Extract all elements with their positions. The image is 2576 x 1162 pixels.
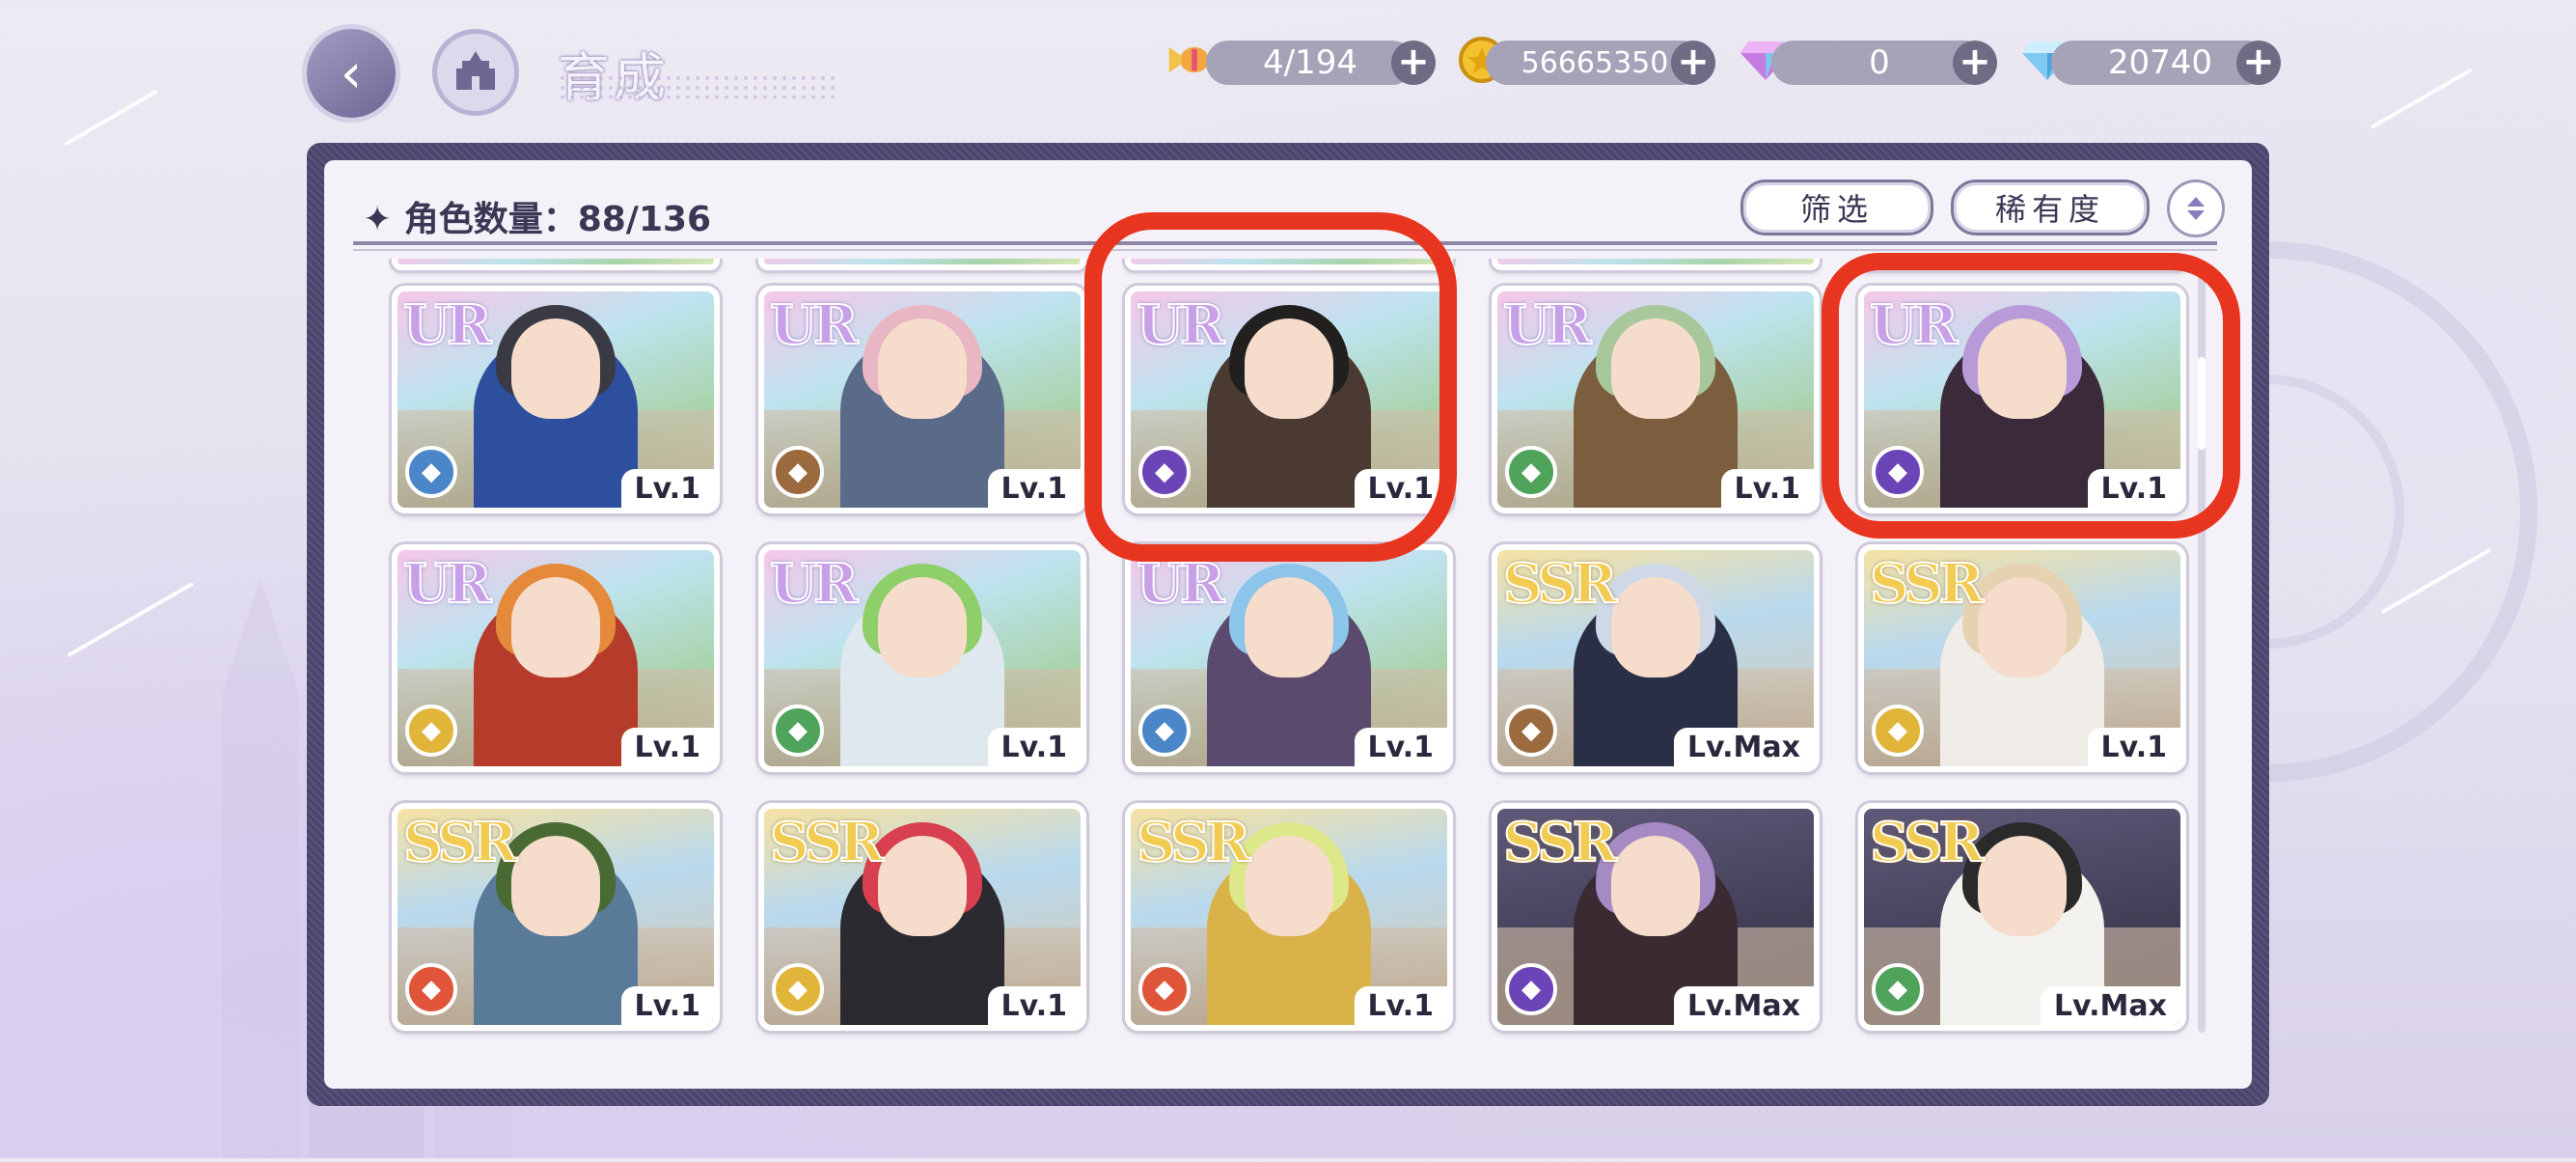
character-portrait-face [511,318,600,419]
rarity-badge: SSR [1502,551,1618,617]
rarity-badge: SSR [1869,551,1985,617]
rarity-sort-button[interactable]: 稀有度 [1951,180,2150,235]
gold-add-button[interactable]: + [1671,41,1715,85]
character-portrait-face [878,318,967,419]
fist-icon: ◆ [772,963,824,1015]
wand-icon: ◆ [1872,705,1924,757]
level-label: Lv.1 [620,728,714,766]
character-portrait-face [878,577,967,678]
level-label: Lv.1 [620,986,714,1025]
character-portrait-face [1978,577,2067,678]
wand-icon: ◆ [405,963,457,1015]
rarity-badge: SSR [402,810,518,875]
character-card[interactable]: UR ◆ Lv.1 [392,544,720,772]
level-label: Lv.1 [1354,986,1447,1025]
level-label: Lv.Max [1673,728,1814,766]
fist-icon: ◆ [1505,705,1557,757]
character-card[interactable]: UR ◆ Lv.1 [1492,286,1820,513]
character-card-partial[interactable] [392,259,720,270]
filter-button[interactable]: 筛选 [1740,180,1933,235]
boot-icon: ◆ [1505,446,1557,498]
level-label: Lv.1 [1720,469,1814,508]
character-portrait-face [878,836,967,936]
character-card[interactable]: UR ◆ Lv.1 [758,286,1086,513]
castle-icon [456,51,495,90]
candy-counter: 4/194 [1206,41,1414,85]
rarity-badge: UR [1502,292,1592,358]
level-label: Lv.1 [620,469,714,508]
rarity-badge: UR [769,551,859,617]
character-card-partial[interactable] [1492,259,1820,270]
red-highlight-circle [1822,253,2240,539]
sort-arrows-icon [2187,197,2205,220]
character-card[interactable]: SSR ◆ Lv.Max [1858,803,2186,1031]
character-portrait-face [1245,577,1333,678]
rarity-badge: SSR [1136,810,1251,875]
character-portrait-face [511,836,600,936]
shield-icon: ◆ [405,446,457,498]
light-streak [2370,68,2473,129]
character-portrait-face [1611,577,1700,678]
rarity-badge: UR [402,292,492,358]
character-card[interactable]: SSR ◆ Lv.1 [1125,803,1453,1031]
character-portrait-face [1245,836,1333,936]
shield-icon: ◆ [1138,963,1191,1015]
level-label: Lv.1 [987,986,1081,1025]
character-portrait-face [1611,318,1700,419]
character-count: ✦ 角色数量：88/136 [363,200,712,239]
rarity-badge: SSR [769,810,885,875]
rarity-badge: SSR [1502,810,1618,875]
character-card[interactable]: UR ◆ Lv.1 [1125,544,1453,772]
character-portrait-face [1978,836,2067,936]
level-label: Lv.Max [1673,986,1814,1025]
rarity-badge: UR [769,292,859,358]
title-decoration [558,73,837,98]
character-card[interactable]: UR ◆ Lv.1 [758,544,1086,772]
red-highlight-circle [1084,212,1457,562]
character-portrait-face [1611,836,1700,936]
chevron-left-icon: ‹ [340,42,363,105]
level-label: Lv.1 [1354,728,1447,766]
character-card[interactable]: UR ◆ Lv.1 [392,286,720,513]
level-label: Lv.Max [2040,986,2180,1025]
light-streak [64,89,158,147]
rarity-badge: SSR [1869,810,1985,875]
gauntlet-icon: ◆ [772,446,824,498]
gem-add-button[interactable]: + [1953,41,1997,85]
character-card[interactable]: SSR ◆ Lv.1 [1858,544,2186,772]
character-portrait-face [511,577,600,678]
character-card[interactable]: SSR ◆ Lv.1 [758,803,1086,1031]
character-card[interactable]: SSR ◆ Lv.Max [1492,803,1820,1031]
sort-order-button[interactable] [2167,180,2225,237]
character-card-partial[interactable] [758,259,1086,270]
wand-icon: ◆ [1872,963,1924,1015]
home-button[interactable] [432,29,519,116]
candy-add-button[interactable]: + [1391,41,1436,85]
level-label: Lv.1 [987,469,1081,508]
character-card[interactable]: SSR ◆ Lv.Max [1492,544,1820,772]
level-label: Lv.1 [987,728,1081,766]
shield-icon: ◆ [405,705,457,757]
rarity-badge: UR [402,551,492,617]
book-icon: ◆ [1505,963,1557,1015]
back-button[interactable]: ‹ [307,29,396,118]
wand-icon: ◆ [1138,705,1191,757]
diamond-add-button[interactable]: + [2236,41,2281,85]
book-icon: ◆ [772,705,824,757]
level-label: Lv.1 [2087,728,2180,766]
character-card[interactable]: SSR ◆ Lv.1 [392,803,720,1031]
